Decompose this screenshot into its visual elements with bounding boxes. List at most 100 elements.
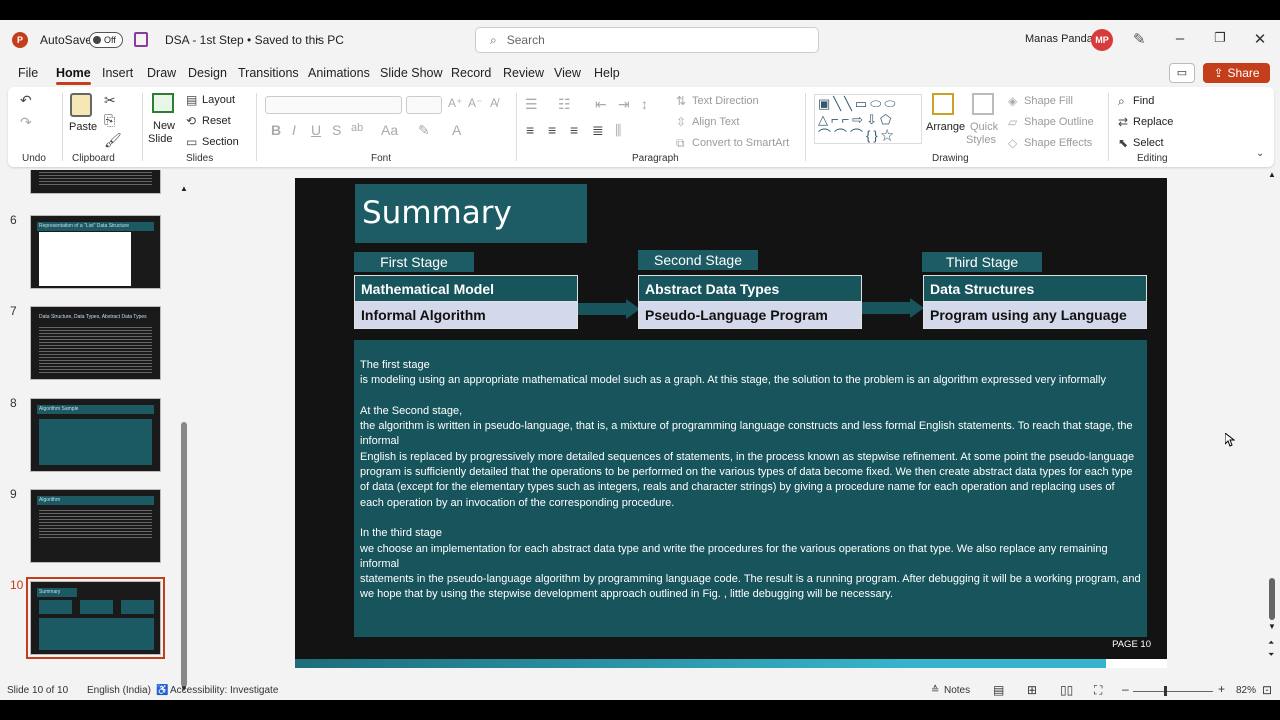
quick-styles-button-2[interactable]: Styles [966,134,996,146]
font-color-icon[interactable]: A [452,123,461,137]
language-indicator[interactable]: English (India) [87,685,151,696]
slide-sorter-icon[interactable]: ⊞ [1027,683,1037,697]
arrange-button[interactable]: Arrange [926,121,965,133]
chevron-down-icon[interactable]: ⌄ [314,32,322,43]
collapse-ribbon-icon[interactable]: ⌄ [1256,149,1264,159]
font-name-select[interactable] [265,96,402,114]
reset-icon[interactable]: ⟲ [186,115,196,127]
tab-view[interactable]: View [554,66,581,80]
quick-styles-button[interactable]: Quick [970,121,998,133]
align-center-icon[interactable]: ≡ [548,123,556,137]
find-button[interactable]: Find [1133,95,1154,107]
tab-file[interactable]: File [18,66,38,80]
stage-label-third[interactable]: Third Stage [922,252,1042,272]
reset-button[interactable]: Reset [202,115,231,127]
reading-view-icon[interactable]: ▯▯ [1060,683,1073,697]
layout-button[interactable]: Layout [202,94,235,106]
underline-icon[interactable]: U [311,123,321,137]
align-left-icon[interactable]: ≡ [526,123,534,137]
slide-title[interactable]: Summary [355,184,587,243]
tab-draw[interactable]: Draw [147,66,176,80]
tab-transitions[interactable]: Transitions [238,66,299,80]
layout-icon[interactable]: ▤ [186,94,197,106]
tab-design[interactable]: Design [188,66,227,80]
tab-home[interactable]: Home [56,66,91,85]
scroll-down-icon[interactable]: ▼ [1268,622,1276,631]
copy-icon[interactable]: ⎘ [104,113,115,127]
scroll-thumb[interactable] [1269,578,1275,620]
shape-effects-button[interactable]: Shape Effects [1024,137,1092,149]
new-slide-icon[interactable] [152,93,174,113]
stage-box-second[interactable]: Abstract Data Types Pseudo-Language Prog… [638,275,862,329]
normal-view-icon[interactable]: ▤ [993,683,1004,697]
change-case-icon[interactable]: Aa [381,123,398,137]
tab-insert[interactable]: Insert [102,66,133,80]
notes-button[interactable]: Notes [944,685,970,696]
section-icon[interactable]: ▭ [186,136,197,148]
save-icon[interactable] [134,32,148,47]
shapes-gallery[interactable]: ▣╲╲▭⬭⬭ △⌐⌐⇨⇩⬠ ⌒⌒⌒{}☆ [814,94,922,144]
shape-fill-button[interactable]: Shape Fill [1024,95,1073,107]
next-slide-icon[interactable]: ⏷ [1268,650,1274,660]
align-right-icon[interactable]: ≡ [570,123,578,137]
increase-font-icon[interactable]: A⁺ [448,97,462,109]
character-spacing-icon[interactable]: ab [351,123,363,134]
cut-icon[interactable]: ✂ [104,93,116,107]
zoom-in-icon[interactable]: + [1218,682,1225,696]
share-button[interactable]: ⇪ Share [1203,63,1270,83]
avatar[interactable]: MP [1091,29,1113,51]
slide-scrollbar[interactable]: ▲ ▼ ⏶ ⏷ [1266,170,1278,680]
redo-icon[interactable]: ↷ [20,115,32,129]
thumbnail-scrollbar[interactable]: ▲ ▼ [180,184,188,696]
increase-indent-icon[interactable]: ⇥ [618,97,630,111]
zoom-slider-thumb[interactable] [1164,686,1167,696]
scroll-thumb[interactable] [181,422,187,687]
justify-icon[interactable]: ≣ [592,123,604,137]
new-slide-label[interactable]: New [153,120,175,132]
summary-text-box[interactable]: The first stage is modeling using an app… [354,340,1147,637]
highlight-icon[interactable]: ✎ [418,123,430,137]
bold-icon[interactable]: B [271,123,281,137]
scroll-up-icon[interactable]: ▲ [180,184,188,193]
italic-icon[interactable]: I [292,123,296,137]
minimize-icon[interactable]: – [1170,30,1190,50]
tab-help[interactable]: Help [594,66,620,80]
align-text-button[interactable]: Align Text [692,116,740,128]
stage-box-first[interactable]: Mathematical Model Informal Algorithm [354,275,578,329]
arrange-icon[interactable] [932,93,954,115]
zoom-slider[interactable] [1133,691,1213,692]
select-button[interactable]: Select [1133,137,1164,149]
slide-canvas[interactable]: Summary First Stage Mathematical Model I… [295,178,1167,668]
quick-styles-icon[interactable] [972,93,994,115]
slideshow-icon[interactable]: ⛶ [1094,683,1102,698]
stage-label-first[interactable]: First Stage [354,252,474,272]
slide-thumbnail[interactable]: Data Structure, Data Types, Abstract Dat… [30,306,161,380]
slide-thumbnail[interactable]: Representation of a "List" Data Structur… [30,215,161,289]
comments-button[interactable]: ▭ [1169,63,1195,83]
paste-icon[interactable] [70,93,92,117]
columns-icon[interactable]: ⫼ [615,123,621,137]
slide-thumbnail-current[interactable]: Summary [26,577,165,659]
line-spacing-icon[interactable]: ↕ [641,97,648,111]
zoom-level[interactable]: 82% [1236,685,1256,696]
tab-slide-show[interactable]: Slide Show [380,66,443,80]
pen-icon[interactable]: ✎ [1133,30,1146,48]
restore-icon[interactable]: ❐ [1210,30,1230,50]
previous-slide-icon[interactable]: ⏶ [1268,638,1274,648]
slide-thumbnail[interactable] [30,170,161,194]
undo-icon[interactable]: ↶ [20,93,32,107]
fit-slide-icon[interactable]: ⊡ [1262,683,1272,697]
tab-review[interactable]: Review [503,66,544,80]
clear-formatting-icon[interactable]: A̸ [490,97,498,109]
strikethrough-icon[interactable]: S [332,123,341,137]
font-size-select[interactable] [406,96,442,114]
decrease-indent-icon[interactable]: ⇤ [595,97,607,111]
close-icon[interactable]: ✕ [1250,30,1270,50]
numbering-icon[interactable]: ☷ [558,97,571,111]
stage-label-second[interactable]: Second Stage [638,250,758,270]
scroll-up-icon[interactable]: ▲ [1268,170,1276,179]
slide-thumbnail[interactable]: Algorithm [30,489,161,563]
replace-button[interactable]: Replace [1133,116,1173,128]
tab-record[interactable]: Record [451,66,491,80]
zoom-out-icon[interactable]: – [1122,682,1129,696]
